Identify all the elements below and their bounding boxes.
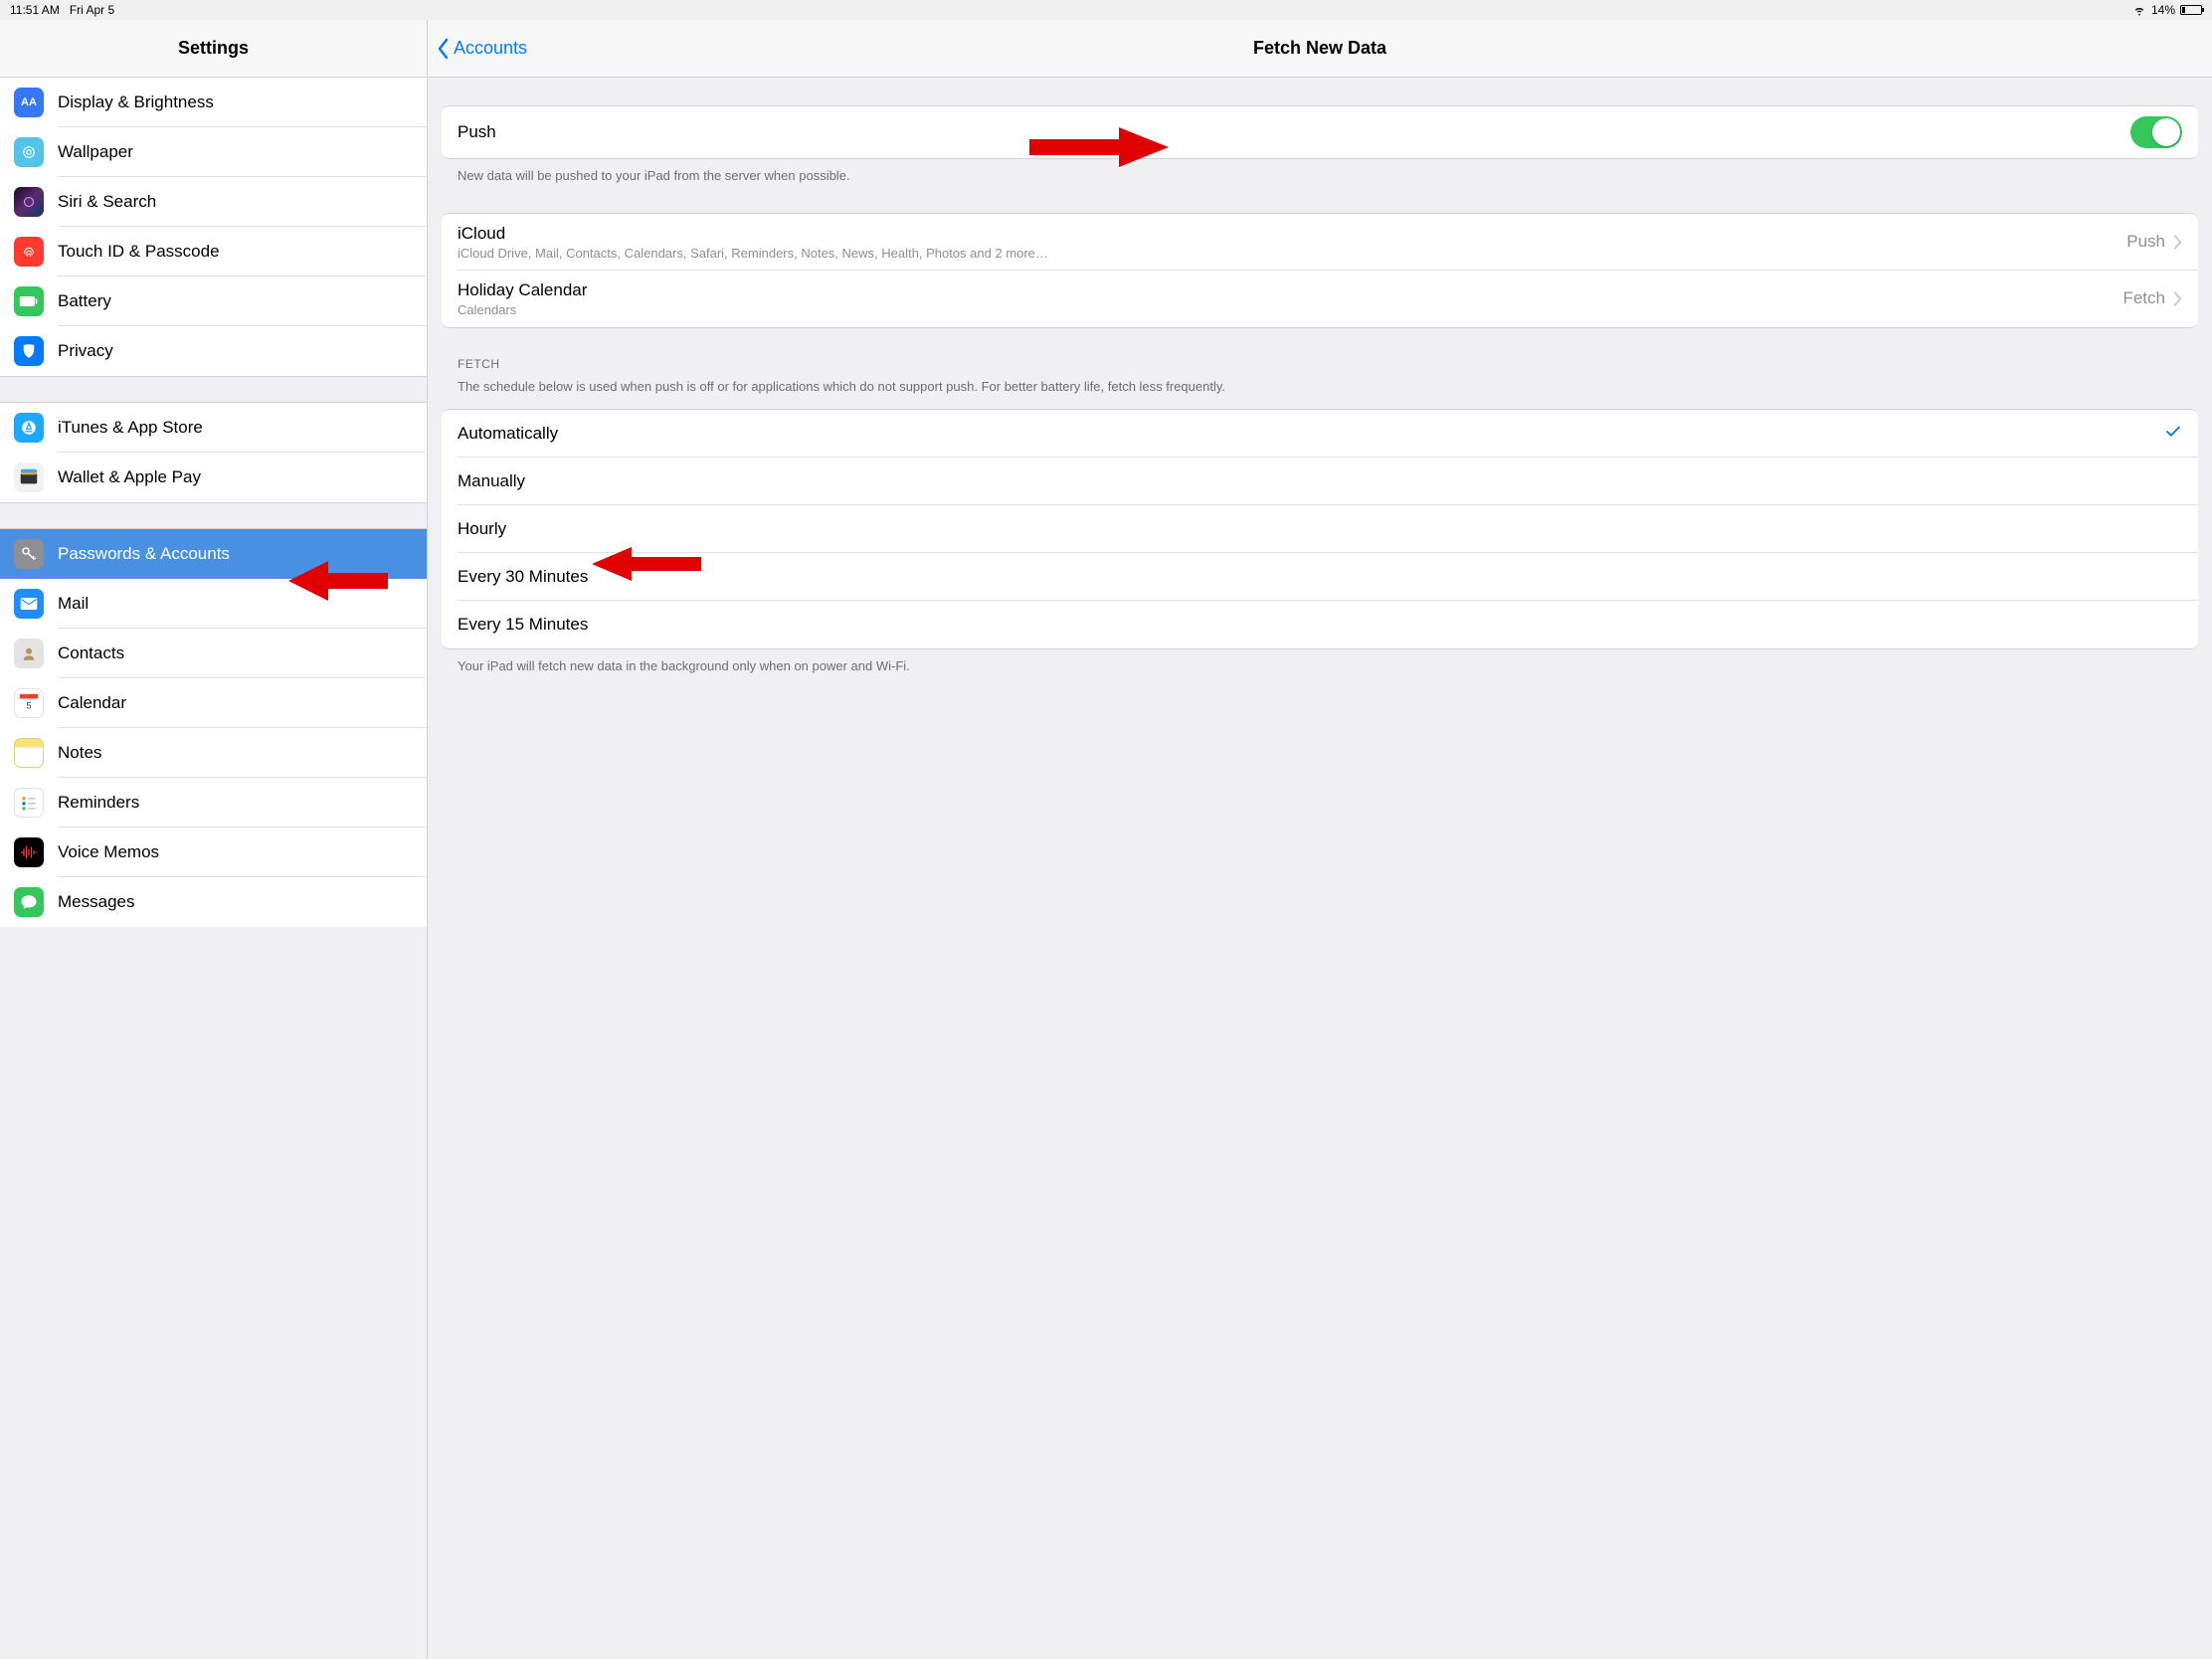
sidebar-navbar: Settings xyxy=(0,20,427,78)
push-section: Push xyxy=(442,105,2198,159)
sidebar-item-label: Display & Brightness xyxy=(58,92,214,112)
sidebar-item-label: Siri & Search xyxy=(58,192,156,212)
status-time: 11:51 AM xyxy=(10,3,60,17)
account-sub: Calendars xyxy=(458,302,587,317)
sidebar-item-label: Touch ID & Passcode xyxy=(58,242,220,262)
sidebar-item-battery[interactable]: Battery xyxy=(0,276,427,326)
push-toggle[interactable] xyxy=(2130,116,2182,148)
status-battery-pct: 14% xyxy=(2151,3,2175,17)
chevron-left-icon xyxy=(436,38,450,60)
sidebar-item-notes[interactable]: Notes xyxy=(0,728,427,778)
detail-pane: Accounts Fetch New Data Push New data wi… xyxy=(428,20,2212,1659)
sidebar-title: Settings xyxy=(0,38,427,59)
app-store-icon xyxy=(14,413,44,443)
sidebar-item-reminders[interactable]: Reminders xyxy=(0,778,427,828)
sidebar-item-label: Mail xyxy=(58,594,89,614)
notes-icon xyxy=(14,738,44,768)
siri-icon xyxy=(14,187,44,217)
sidebar-item-label: Wallet & Apple Pay xyxy=(58,467,201,487)
display-icon: AA xyxy=(14,88,44,117)
sidebar-item-label: Contacts xyxy=(58,644,124,663)
settings-sidebar: Settings AA Display & Brightness Wallpap… xyxy=(0,20,428,1659)
back-label: Accounts xyxy=(454,38,527,59)
sidebar-item-mail[interactable]: Mail xyxy=(0,579,427,629)
back-button[interactable]: Accounts xyxy=(428,38,527,60)
sidebar-item-label: Voice Memos xyxy=(58,842,159,862)
voice-memos-icon xyxy=(14,837,44,867)
sidebar-group: Passwords & Accounts Mail Contacts 5 Cal… xyxy=(0,528,427,927)
sidebar-item-wallet-apple-pay[interactable]: Wallet & Apple Pay xyxy=(0,453,427,502)
sidebar-group: AA Display & Brightness Wallpaper Siri &… xyxy=(0,78,427,377)
status-bar: 11:51 AM Fri Apr 5 14% xyxy=(0,0,2212,20)
sidebar-item-label: Passwords & Accounts xyxy=(58,544,230,564)
sidebar-item-itunes-app-store[interactable]: iTunes & App Store xyxy=(0,403,427,453)
sidebar-item-label: Notes xyxy=(58,743,101,763)
chevron-right-icon xyxy=(2173,291,2182,306)
fetch-option-manually[interactable]: Manually xyxy=(442,458,2198,505)
fetch-option-hourly[interactable]: Hourly xyxy=(442,505,2198,553)
fetch-option-label: Manually xyxy=(458,471,525,491)
battery-icon xyxy=(2180,5,2202,15)
sidebar-item-display-brightness[interactable]: AA Display & Brightness xyxy=(0,78,427,127)
sidebar-item-messages[interactable]: Messages xyxy=(0,877,427,927)
battery-settings-icon xyxy=(14,286,44,316)
account-row-holiday-calendar[interactable]: Holiday Calendar Calendars Fetch xyxy=(442,271,2198,327)
calendar-icon: 5 xyxy=(14,688,44,718)
checkmark-icon xyxy=(2164,423,2182,446)
account-row-icloud[interactable]: iCloud iCloud Drive, Mail, Contacts, Cal… xyxy=(442,214,2198,271)
wifi-icon xyxy=(2132,3,2146,17)
fetch-option-label: Automatically xyxy=(458,424,558,444)
detail-navbar: Accounts Fetch New Data xyxy=(428,20,2212,78)
fetch-header: FETCH xyxy=(428,328,2212,372)
mail-icon xyxy=(14,589,44,619)
fetch-option-label: Hourly xyxy=(458,519,506,539)
wallet-icon xyxy=(14,462,44,492)
reminders-icon xyxy=(14,788,44,818)
account-name: iCloud xyxy=(458,224,1048,244)
account-name: Holiday Calendar xyxy=(458,280,587,300)
account-sub: iCloud Drive, Mail, Contacts, Calendars,… xyxy=(458,246,1048,261)
accounts-section: iCloud iCloud Drive, Mail, Contacts, Cal… xyxy=(442,213,2198,328)
fetch-option-label: Every 30 Minutes xyxy=(458,567,588,587)
fetch-option-label: Every 15 Minutes xyxy=(458,615,588,635)
fetch-option-automatically[interactable]: Automatically xyxy=(442,410,2198,458)
touchid-icon xyxy=(14,237,44,267)
sidebar-item-label: Messages xyxy=(58,892,134,912)
push-footer: New data will be pushed to your iPad fro… xyxy=(428,159,2212,185)
fetch-header-sub: The schedule below is used when push is … xyxy=(428,372,2212,396)
detail-title: Fetch New Data xyxy=(428,38,2212,59)
sidebar-item-passwords-accounts[interactable]: Passwords & Accounts xyxy=(0,529,427,579)
svg-text:5: 5 xyxy=(26,701,31,711)
sidebar-item-label: Privacy xyxy=(58,341,113,361)
fetch-option-every-30-minutes[interactable]: Every 30 Minutes xyxy=(442,553,2198,601)
sidebar-item-label: Reminders xyxy=(58,793,139,813)
push-row[interactable]: Push xyxy=(442,106,2198,158)
sidebar-item-privacy[interactable]: Privacy xyxy=(0,326,427,376)
sidebar-group: iTunes & App Store Wallet & Apple Pay xyxy=(0,402,427,503)
messages-icon xyxy=(14,887,44,917)
sidebar-item-touch-id-passcode[interactable]: Touch ID & Passcode xyxy=(0,227,427,276)
sidebar-item-siri-search[interactable]: Siri & Search xyxy=(0,177,427,227)
privacy-icon xyxy=(14,336,44,366)
chevron-right-icon xyxy=(2173,235,2182,250)
sidebar-item-calendar[interactable]: 5 Calendar xyxy=(0,678,427,728)
fetch-options-section: Automatically Manually Hourly Every 30 M… xyxy=(442,409,2198,649)
sidebar-item-label: Wallpaper xyxy=(58,142,133,162)
push-label: Push xyxy=(458,122,496,142)
sidebar-item-wallpaper[interactable]: Wallpaper xyxy=(0,127,427,177)
sidebar-item-contacts[interactable]: Contacts xyxy=(0,629,427,678)
status-date: Fri Apr 5 xyxy=(70,3,114,17)
fetch-option-every-15-minutes[interactable]: Every 15 Minutes xyxy=(442,601,2198,648)
sidebar-item-label: Calendar xyxy=(58,693,126,713)
account-mode: Fetch xyxy=(2122,288,2165,308)
wallpaper-icon xyxy=(14,137,44,167)
sidebar-item-label: Battery xyxy=(58,291,111,311)
account-mode: Push xyxy=(2126,232,2165,252)
contacts-icon xyxy=(14,639,44,668)
sidebar-item-label: iTunes & App Store xyxy=(58,418,203,438)
sidebar-item-voice-memos[interactable]: Voice Memos xyxy=(0,828,427,877)
key-icon xyxy=(14,539,44,569)
fetch-footer: Your iPad will fetch new data in the bac… xyxy=(428,649,2212,675)
